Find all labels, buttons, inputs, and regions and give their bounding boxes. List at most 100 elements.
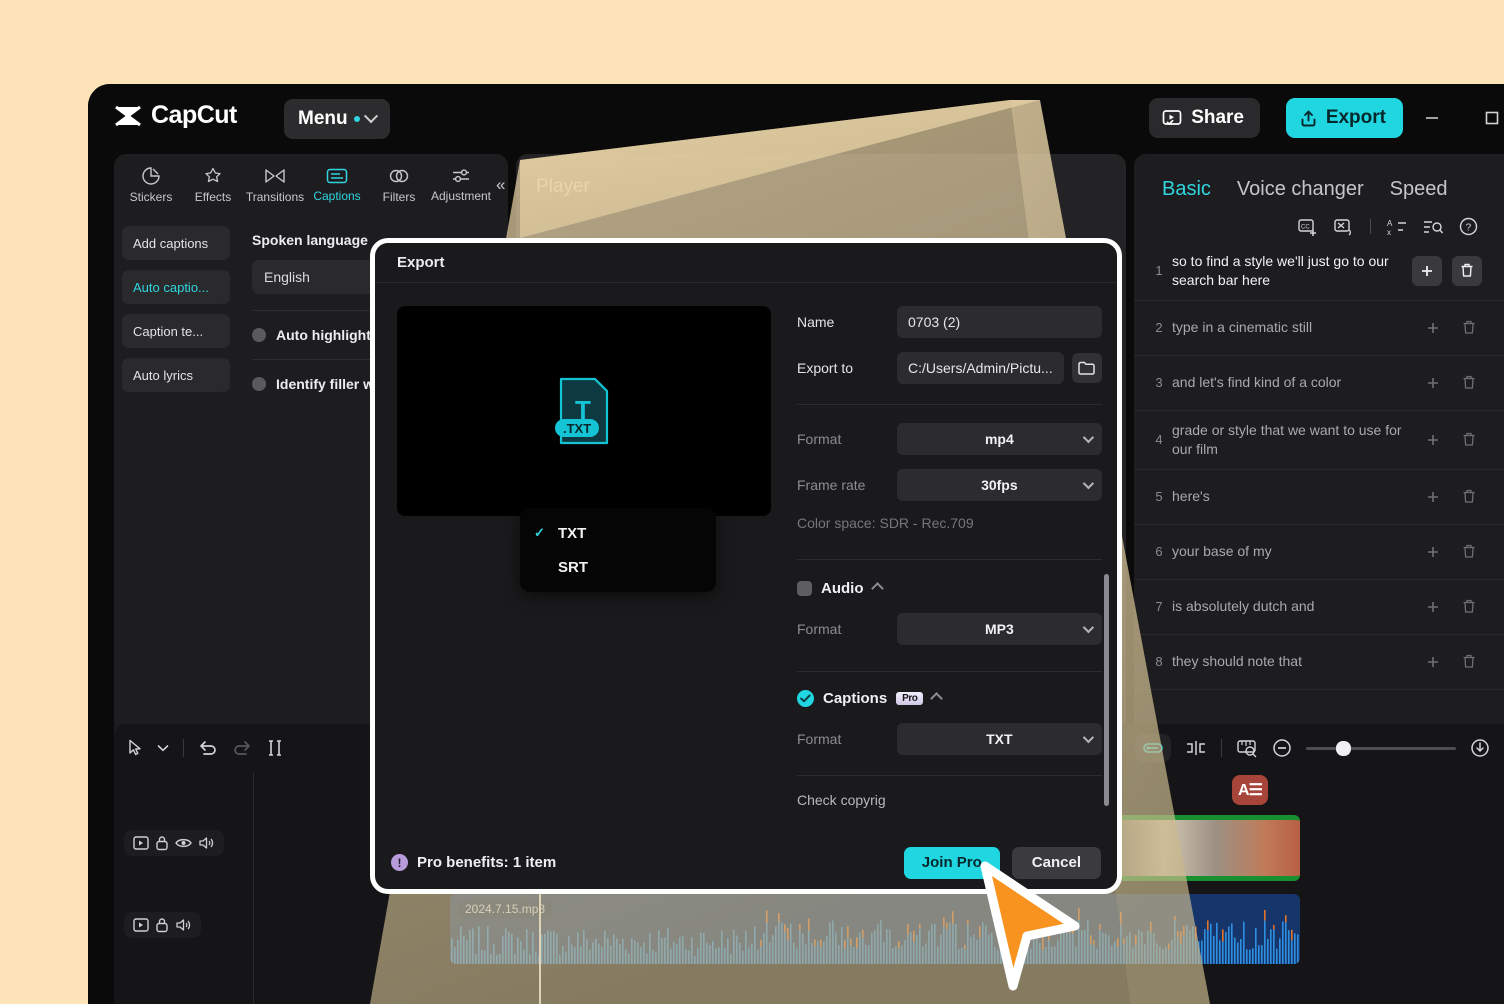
chevron-up-icon[interactable] xyxy=(930,692,944,705)
tab-label: Adjustment xyxy=(430,189,492,203)
link-clip-icon[interactable] xyxy=(1135,734,1171,762)
tab-voice-changer[interactable]: Voice changer xyxy=(1237,178,1364,201)
split-icon[interactable] xyxy=(266,739,284,757)
ruler-icon[interactable] xyxy=(1236,738,1258,758)
caption-list[interactable]: 1 so to find a style we'll just go to ou… xyxy=(1134,242,1504,690)
plus-icon[interactable] xyxy=(1420,370,1446,396)
caption-row[interactable]: 5 here's xyxy=(1134,470,1504,525)
share-button[interactable]: Share xyxy=(1149,98,1260,138)
maximize-icon[interactable] xyxy=(1472,98,1504,138)
captions-format-select[interactable]: TXT xyxy=(897,723,1102,755)
caption-row[interactable]: 6 your base of my xyxy=(1134,525,1504,580)
caption-text[interactable]: they should note that xyxy=(1172,652,1420,671)
caption-text[interactable]: and let's find kind of a color xyxy=(1172,373,1420,392)
chevrons-left-icon[interactable]: « xyxy=(496,175,505,195)
checkbox-off-icon[interactable] xyxy=(252,328,266,342)
export-path-input[interactable]: C:/Users/Admin/Pictu... xyxy=(897,352,1064,384)
format-select[interactable]: mp4 xyxy=(897,423,1102,455)
sidebar-item-add-captions[interactable]: Add captions xyxy=(122,226,230,260)
dropdown-option-txt[interactable]: ✓ TXT xyxy=(520,516,716,550)
sidebar-item-caption-templates[interactable]: Caption te... xyxy=(122,314,230,348)
caption-row[interactable]: 3 and let's find kind of a color xyxy=(1134,356,1504,411)
redo-icon[interactable] xyxy=(232,739,252,757)
zoom-fit-icon[interactable] xyxy=(1470,738,1490,758)
sort-az-icon[interactable]: A x xyxy=(1387,218,1407,236)
check-copyright-label[interactable]: Check copyrig xyxy=(797,792,1102,808)
dialog-scrollbar[interactable] xyxy=(1104,574,1109,806)
zoom-slider-thumb[interactable] xyxy=(1336,740,1351,756)
trash-icon[interactable] xyxy=(1456,315,1482,341)
captions-section-header[interactable]: Captions Pro xyxy=(797,690,1102,707)
tab-transitions[interactable]: Transitions xyxy=(244,158,306,212)
trash-icon[interactable] xyxy=(1456,649,1482,675)
trash-icon[interactable] xyxy=(1456,427,1482,453)
caption-row[interactable]: 7 is absolutely dutch and xyxy=(1134,580,1504,635)
frame-rate-select[interactable]: 30fps xyxy=(897,469,1102,501)
trash-icon[interactable] xyxy=(1456,594,1482,620)
tab-adjustment[interactable]: Adjustment xyxy=(430,158,492,212)
plus-icon[interactable] xyxy=(1420,539,1446,565)
sidebar-item-auto-lyrics[interactable]: Auto lyrics xyxy=(122,358,230,392)
checkbox-checked-icon[interactable] xyxy=(797,690,814,707)
audio-format-select[interactable]: MP3 xyxy=(897,613,1102,645)
caption-row[interactable]: 8 they should note that xyxy=(1134,635,1504,690)
plus-icon[interactable] xyxy=(1420,427,1446,453)
zoom-slider[interactable] xyxy=(1306,740,1456,756)
caption-text[interactable]: your base of my xyxy=(1172,542,1420,561)
preview-icon[interactable] xyxy=(133,836,149,850)
mute-icon[interactable] xyxy=(198,836,215,850)
name-input[interactable]: 0703 (2) xyxy=(897,306,1102,338)
plus-icon[interactable] xyxy=(1420,594,1446,620)
caption-row[interactable]: 4 grade or style that we want to use for… xyxy=(1134,411,1504,470)
audio-section-header[interactable]: Audio xyxy=(797,580,1102,597)
chevron-up-icon[interactable] xyxy=(870,582,884,595)
caption-text[interactable]: grade or style that we want to use for o… xyxy=(1172,421,1420,459)
tool-dropdown-chevron-icon[interactable] xyxy=(157,744,169,752)
menu-button[interactable]: Menu xyxy=(284,99,390,139)
trash-icon[interactable] xyxy=(1456,484,1482,510)
mute-icon[interactable] xyxy=(175,918,192,932)
checkbox-off-icon[interactable] xyxy=(252,377,266,391)
help-icon[interactable]: ? xyxy=(1459,217,1478,236)
folder-icon[interactable] xyxy=(1071,353,1102,383)
undo-icon[interactable] xyxy=(198,739,218,757)
trash-icon[interactable] xyxy=(1452,255,1482,286)
plus-icon[interactable] xyxy=(1420,315,1446,341)
export-button[interactable]: Export xyxy=(1285,98,1403,138)
caption-text[interactable]: so to find a style we'll just go to our … xyxy=(1172,252,1412,290)
cut-audio-icon[interactable] xyxy=(1334,218,1354,236)
tab-stickers[interactable]: Stickers xyxy=(120,158,182,212)
tab-basic[interactable]: Basic xyxy=(1162,178,1211,201)
caption-clip-chip[interactable]: A☰ xyxy=(1232,775,1268,805)
plus-icon[interactable] xyxy=(1412,255,1442,286)
preview-icon[interactable] xyxy=(133,918,149,932)
tab-effects[interactable]: Effects xyxy=(182,158,244,212)
captions-format-dropdown[interactable]: ✓ TXT SRT xyxy=(520,508,716,592)
tab-label: Voice changer xyxy=(1236,178,1364,200)
audio-clip[interactable]: 2024.7.15.mp3 xyxy=(450,894,1300,964)
caption-text[interactable]: here's xyxy=(1172,487,1420,506)
caption-text[interactable]: is absolutely dutch and xyxy=(1172,597,1420,616)
tab-filters[interactable]: Filters xyxy=(368,158,430,212)
caption-row[interactable]: 1 so to find a style we'll just go to ou… xyxy=(1134,242,1504,301)
eye-icon[interactable] xyxy=(175,837,192,849)
sidebar-item-auto-captions[interactable]: Auto captio... xyxy=(122,270,230,304)
plus-icon[interactable] xyxy=(1420,649,1446,675)
minimize-icon[interactable] xyxy=(1412,98,1452,138)
caption-text[interactable]: type in a cinematic still xyxy=(1172,318,1420,337)
plus-icon[interactable] xyxy=(1420,484,1446,510)
find-replace-icon[interactable] xyxy=(1423,218,1443,236)
lock-icon[interactable] xyxy=(155,835,169,851)
cc-add-icon[interactable]: CC xyxy=(1298,218,1318,236)
split-marker-icon[interactable] xyxy=(1185,739,1207,757)
trash-icon[interactable] xyxy=(1456,539,1482,565)
checkbox-off-icon[interactable] xyxy=(797,581,812,596)
select-arrow-icon[interactable] xyxy=(128,739,143,757)
trash-icon[interactable] xyxy=(1456,370,1482,396)
zoom-out-icon[interactable] xyxy=(1272,738,1292,758)
tab-speed[interactable]: Speed xyxy=(1390,178,1448,201)
tab-captions[interactable]: Captions xyxy=(306,158,368,212)
caption-row[interactable]: 2 type in a cinematic still xyxy=(1134,301,1504,356)
lock-icon[interactable] xyxy=(155,917,169,933)
dropdown-option-srt[interactable]: SRT xyxy=(520,550,716,584)
